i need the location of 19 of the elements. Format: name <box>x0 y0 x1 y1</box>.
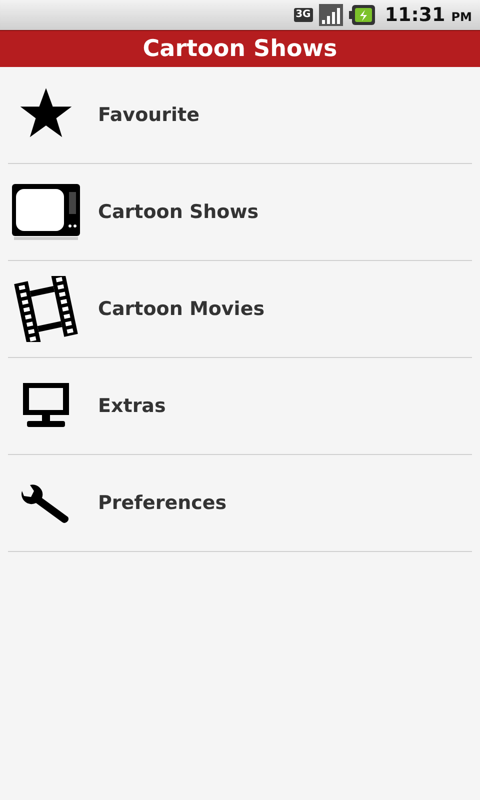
menu-item-label: Cartoon Shows <box>98 201 259 223</box>
battery-icon <box>348 5 375 25</box>
signal-icon <box>318 4 343 26</box>
clock-meridiem: PM <box>451 10 472 24</box>
clock-time: 11:31 <box>384 4 446 26</box>
menu-item[interactable]: Cartoon Shows <box>8 164 472 261</box>
monitor-icon <box>23 383 69 429</box>
film-strip-icon <box>14 276 78 342</box>
menu-item[interactable]: Cartoon Movies <box>8 261 472 358</box>
network-type-icon: 3G <box>294 8 313 22</box>
menu-item[interactable]: Preferences <box>8 455 472 552</box>
menu-item[interactable]: Extras <box>8 358 472 455</box>
menu-item[interactable]: Favourite <box>8 67 472 164</box>
menu-item-label: Cartoon Movies <box>98 298 265 320</box>
menu-item-label: Preferences <box>98 492 227 514</box>
tv-icon <box>12 184 80 240</box>
menu-item-label: Extras <box>98 395 166 417</box>
menu-item-label: Favourite <box>98 104 200 126</box>
screen-title: Cartoon Shows <box>142 36 338 62</box>
